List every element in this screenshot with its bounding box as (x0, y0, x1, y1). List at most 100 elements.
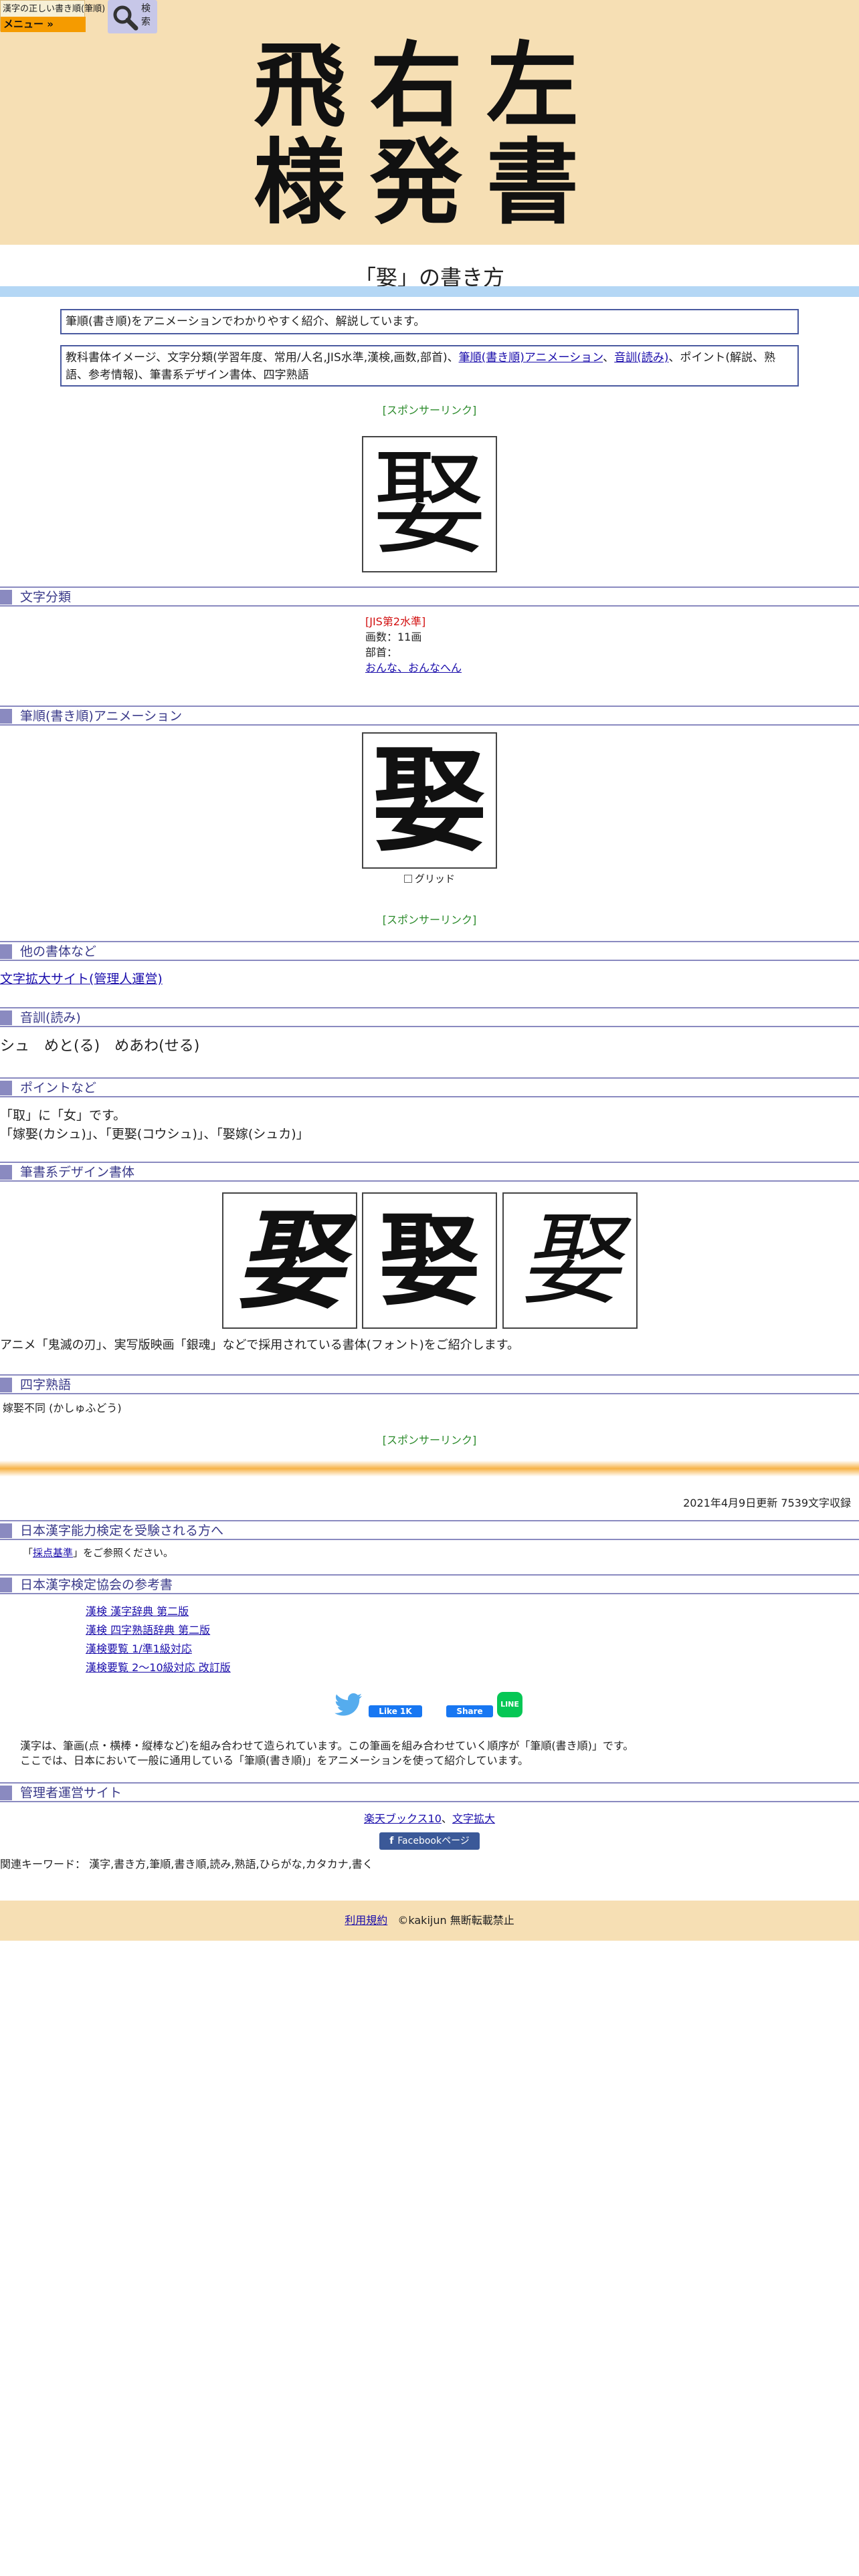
facebook-share-button[interactable]: Share (446, 1705, 493, 1717)
yoji-text: 嫁娶不同 (かしゅふどう) (3, 1402, 122, 1414)
search-label: 検索 (141, 3, 151, 27)
grid-label: グリッド (414, 873, 455, 885)
section-marker (0, 944, 12, 959)
search-icon (113, 5, 138, 31)
social-bar: Like 1K Share LINE (0, 1692, 859, 1723)
section-marker (0, 1786, 12, 1800)
section-marker (0, 1081, 12, 1095)
section-title: 四字熟語 (20, 1378, 72, 1392)
site-header: 漢字の正しい書き順(筆順) メニュー » 検索 飛右左 様発書 (0, 0, 859, 245)
section-animation: 筆順(書き順)アニメーション (0, 706, 859, 726)
classification-list: [JIS第2水準] 画数：11画 部首： おんな、おんなへん (365, 614, 462, 675)
sponsor-label: [スポンサーリンク] (382, 1434, 477, 1446)
section-title: 他の書体など (20, 944, 97, 959)
facebook-page-button[interactable]: f Facebookページ (379, 1832, 480, 1850)
menu-button[interactable]: メニュー » (1, 17, 86, 32)
points-line-1: 「取」に「女」です。 (0, 1108, 126, 1123)
banner-line-1: 飛右左 (253, 31, 603, 140)
brush-font-sample-1: 娶 (222, 1192, 357, 1329)
section-title: 文字分類 (20, 590, 72, 605)
enlarge-site-link[interactable]: 文字拡大サイト(管理人運営) (0, 970, 163, 988)
section-marker (0, 1378, 12, 1392)
section-title: 管理者運営サイト (20, 1786, 122, 1800)
section-title: 日本漢字能力検定を受験される方へ (20, 1523, 224, 1538)
site-logo[interactable]: 漢字の正しい書き順(筆順) メニュー » (0, 0, 105, 32)
features-sep: 、 (603, 351, 615, 364)
jis-level: [JIS第2水準] (365, 615, 426, 628)
section-marker (0, 1523, 12, 1538)
stroke-order-animation[interactable]: 娶 (362, 732, 497, 869)
site-footer: 利用規約 ©kakijun 無断転載禁止 (0, 1901, 859, 1941)
section-kentei: 日本漢字能力検定を受験される方へ (0, 1520, 859, 1540)
updated-info: 2021年4月9日更新 7539文字収録 (683, 1497, 851, 1509)
section-books: 日本漢字検定協会の参考書 (0, 1574, 859, 1594)
kentei-note: 「採点基準」をご参照ください。 (23, 1543, 173, 1562)
section-marker (0, 709, 12, 724)
readings-text: シュ めと(る) めあわ(せる) (0, 1038, 200, 1055)
book-link[interactable]: 漢検 漢字辞典 第二版 (86, 1605, 189, 1618)
section-classification: 文字分類 (0, 586, 859, 607)
rakuten-books-link[interactable]: 楽天ブックス10 (364, 1812, 442, 1825)
scoring-criteria-link[interactable]: 採点基準 (33, 1547, 73, 1559)
facebook-icon: f (389, 1836, 394, 1846)
book-list: 漢検 漢字辞典 第二版 漢検 四字熟語辞典 第二版 漢検要覧 1/準1級対応 漢… (86, 1602, 231, 1677)
brush-font-sample-3: 娶 (502, 1192, 638, 1329)
features-link-reading[interactable]: 音訓(読み) (614, 351, 668, 364)
radical-link[interactable]: おんな、おんなへん (365, 661, 462, 674)
line-share-button[interactable]: LINE (497, 1692, 522, 1717)
banner-artwork: 飛右左 様発書 (227, 37, 629, 231)
copyright: ©kakijun 無断転載禁止 (397, 1914, 514, 1927)
points-line-2: 「嫁娶(カシュ)」、「更娶(コウシュ)」、「娶嫁(シュカ)」 (0, 1127, 309, 1142)
facebook-like-button[interactable]: Like 1K (369, 1705, 422, 1717)
section-yoji: 四字熟語 (0, 1374, 859, 1394)
features-box: 教科書体イメージ、文字分類(学習年度、常用/人名,JIS水準,漢検,画数,部首)… (60, 345, 799, 387)
book-link[interactable]: 漢検要覧 1/準1級対応 (86, 1642, 192, 1655)
intro-text: 筆順(書き順)をアニメーションでわかりやすく紹介、解説しています。 (66, 315, 425, 328)
sponsor-label: [スポンサーリンク] (382, 404, 477, 417)
section-title: ポイントなど (20, 1081, 97, 1095)
section-marker (0, 1578, 12, 1592)
section-readings: 音訓(読み) (0, 1007, 859, 1027)
title-divider (0, 286, 859, 297)
logo-title: 漢字の正しい書き順(筆順) (3, 4, 106, 14)
related-keywords: 関連キーワード： 漢字,書き方,筆順,書き順,読み,熟語,ひらがな,カタカナ,書… (0, 1858, 373, 1870)
stroke-count: 画数：11画 (365, 631, 422, 643)
section-title: 筆順(書き順)アニメーション (20, 709, 183, 724)
kentei-prefix: 「 (23, 1547, 33, 1559)
twitter-icon[interactable] (335, 1693, 363, 1717)
kanji-description: 漢字は、筆画(点・横棒・縦棒など)を組み合わせて造られています。この筆画を組み合… (20, 1739, 634, 1768)
brush-font-caption: アニメ「鬼滅の刃」、実写版映画「銀魂」などで採用されている書体(フォント)をご紹… (0, 1338, 519, 1352)
points-text: 「取」に「女」です。 「嫁娶(カシュ)」、「更娶(コウシュ)」、「娶嫁(シュカ)… (0, 1106, 309, 1144)
section-title: 日本漢字検定協会の参考書 (20, 1578, 173, 1592)
grid-checkbox[interactable] (403, 875, 412, 883)
section-points: ポイントなど (0, 1077, 859, 1097)
section-title: 筆書系デザイン書体 (20, 1165, 135, 1180)
orange-divider (0, 1461, 859, 1477)
admin-sep: 、 (441, 1812, 452, 1825)
section-title: 音訓(読み) (20, 1010, 81, 1025)
banner-line-2: 様発書 (253, 128, 603, 237)
features-link-animation[interactable]: 筆順(書き順)アニメーション (459, 351, 603, 364)
features-prefix: 教科書体イメージ、文字分類(学習年度、常用/人名,JIS水準,漢検,画数,部首)… (66, 351, 459, 364)
section-marker (0, 1165, 12, 1180)
kanji-textbook-image: 娶 (362, 436, 497, 572)
sponsor-label: [スポンサーリンク] (382, 914, 477, 926)
section-admin: 管理者運営サイト (0, 1782, 859, 1802)
description-line-2: ここでは、日本において一般に通用している「筆順(書き順)」をアニメーションを使っ… (20, 1754, 529, 1767)
brush-font-sample-2: 娶 (362, 1192, 497, 1329)
book-link[interactable]: 漢検 四字熟語辞典 第二版 (86, 1624, 210, 1636)
section-other-fonts: 他の書体など (0, 941, 859, 961)
book-link[interactable]: 漢検要覧 2～10級対応 改訂版 (86, 1661, 231, 1674)
kentei-suffix: 」をご参照ください。 (73, 1547, 174, 1559)
description-line-1: 漢字は、筆画(点・横棒・縦棒など)を組み合わせて造られています。この筆画を組み合… (20, 1739, 634, 1752)
section-marker (0, 590, 12, 605)
section-marker (0, 1010, 12, 1025)
intro-box: 筆順(書き順)をアニメーションでわかりやすく紹介、解説しています。 (60, 309, 799, 334)
terms-link[interactable]: 利用規約 (345, 1914, 387, 1927)
facebook-page-label: Facebookページ (397, 1836, 470, 1846)
grid-toggle[interactable]: グリッド (0, 871, 859, 885)
search-button[interactable]: 検索 (108, 0, 157, 33)
admin-links: 楽天ブックス10、文字拡大 (0, 1810, 859, 1826)
section-brush-fonts: 筆書系デザイン書体 (0, 1162, 859, 1182)
enlarge-link[interactable]: 文字拡大 (452, 1812, 495, 1825)
